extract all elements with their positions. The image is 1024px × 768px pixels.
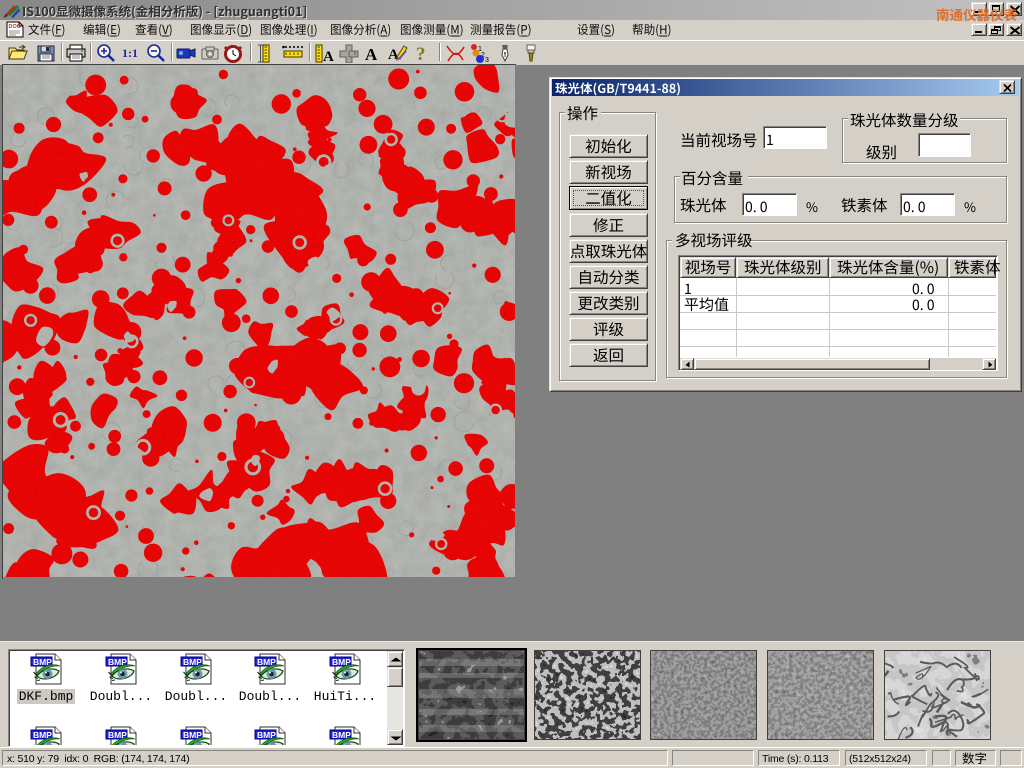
svg-text:?: ? [416, 44, 426, 63]
svg-text:A: A [323, 49, 334, 63]
svg-text:1:1: 1:1 [122, 46, 138, 60]
svg-text:A: A [388, 47, 399, 63]
svg-text:A: A [365, 45, 378, 63]
svg-text:3: 3 [485, 57, 489, 63]
svg-text:DOC: DOC [9, 24, 21, 30]
